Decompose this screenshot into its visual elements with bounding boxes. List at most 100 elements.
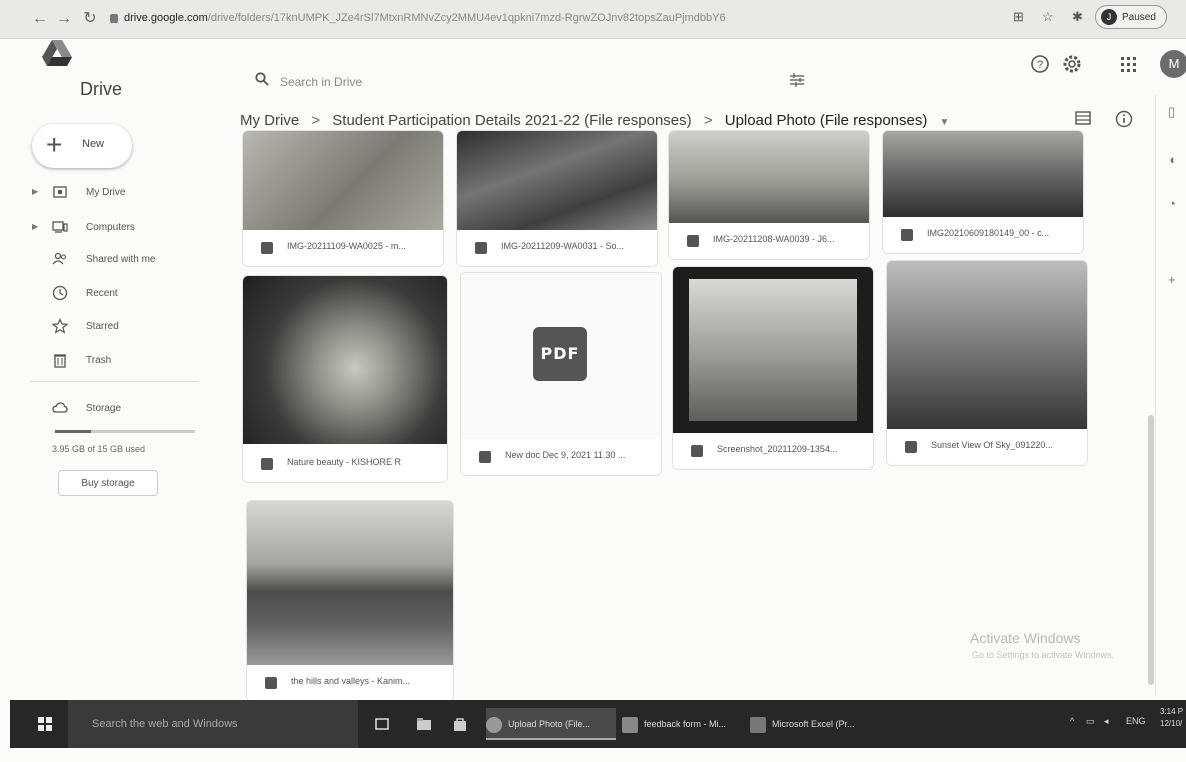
breadcrumb-student-participation[interactable]: Student Participation Details 2021-22 (F… — [332, 112, 691, 129]
tray-up-arrow-icon[interactable]: ^ — [1070, 716, 1074, 726]
expand-arrow-icon[interactable]: ▶ — [32, 222, 38, 231]
file-name: IMG20210609180149_00 - c... — [927, 228, 1050, 238]
buy-storage-button[interactable]: Buy storage — [58, 470, 158, 496]
breadcrumb-current-folder[interactable]: Upload Photo (File responses) — [725, 112, 928, 129]
file-card[interactable]: IMG-20211209-WA0031 - So... — [456, 130, 658, 267]
keep-icon[interactable]: ◖ — [1168, 152, 1176, 167]
new-button[interactable]: + New — [32, 124, 132, 168]
windows-start-icon[interactable] — [38, 717, 52, 731]
file-thumbnail: PDF — [461, 273, 661, 439]
file-caption: the hills and valleys - Kanim... — [247, 665, 453, 701]
image-file-icon — [265, 677, 277, 689]
drive-logo-icon[interactable] — [42, 40, 72, 66]
apps-grid-icon[interactable] — [1118, 54, 1138, 74]
back-icon[interactable]: ← — [30, 9, 50, 29]
drive-brand[interactable]: Drive — [80, 79, 122, 100]
file-card[interactable]: IMG-20211109-WA0025 - m... — [242, 130, 444, 267]
volume-icon[interactable]: ◂ — [1104, 716, 1109, 727]
plus-icon: + — [46, 129, 63, 160]
network-icon[interactable]: ▭ — [1086, 716, 1095, 727]
reload-icon[interactable]: ↻ — [80, 9, 100, 29]
scrollbar[interactable] — [1148, 415, 1154, 685]
search-bar[interactable]: Search in Drive — [243, 62, 823, 102]
extensions-icon[interactable]: ✱ — [1072, 9, 1083, 25]
screen: ← → ↻ drive.google.com/drive/folders/17k… — [0, 0, 1186, 762]
storage-progress-bar — [55, 430, 195, 433]
search-input[interactable]: Search in Drive — [280, 75, 362, 89]
browser-toolbar: ← → ↻ drive.google.com/drive/folders/17k… — [0, 0, 1186, 39]
add-addon-icon[interactable]: + — [1168, 272, 1176, 287]
help-icon[interactable]: ? — [1030, 54, 1050, 74]
forward-icon[interactable]: → — [54, 9, 74, 29]
taskbar-app-label: feedback form - Mi... — [644, 719, 727, 729]
image-file-icon — [901, 229, 913, 241]
sidebar-divider — [30, 381, 198, 382]
activate-windows-title: Activate Windows — [970, 630, 1081, 646]
file-name: New doc Dec 9, 2021 11.30 ... — [505, 450, 626, 460]
image-file-icon — [687, 235, 699, 247]
windows-taskbar: Search the web and Windows Upload Photo … — [10, 700, 1186, 748]
excel-icon — [750, 716, 766, 733]
file-name: Sunset View Of Sky_091220... — [931, 440, 1053, 450]
task-view-icon[interactable] — [374, 716, 390, 732]
bookmark-star-icon[interactable]: ☆ — [1042, 9, 1054, 25]
clock-date: 12/10/ — [1160, 719, 1183, 728]
tasks-icon[interactable]: ◔ — [1168, 196, 1176, 211]
file-thumbnail — [669, 131, 869, 223]
folder-menu-chevron-icon[interactable]: ▼ — [940, 117, 950, 128]
search-options-icon[interactable] — [788, 71, 806, 89]
file-explorer-icon[interactable] — [416, 716, 432, 732]
image-file-icon — [475, 242, 487, 254]
file-card[interactable]: IMG-20211208-WA0039 - J6... — [668, 130, 870, 260]
url-path: /drive/folders/17knUMPK_JZe4rSl7MtxnRMNv… — [207, 12, 726, 24]
file-thumbnail — [243, 131, 443, 230]
expand-arrow-icon[interactable]: ▶ — [32, 187, 38, 196]
taskbar-search-input[interactable]: Search the web and Windows — [68, 700, 358, 748]
file-card[interactable]: PDF New doc Dec 9, 2021 11.30 ... — [460, 272, 662, 476]
sidebar-item-label: Computers — [86, 222, 135, 233]
file-caption: IMG20210609180149_00 - c... — [883, 217, 1083, 253]
file-card[interactable]: the hills and valleys - Kanim... — [246, 500, 454, 702]
account-avatar[interactable]: M — [1160, 50, 1186, 78]
settings-gear-icon[interactable] — [1062, 54, 1082, 74]
cloud-icon — [52, 402, 68, 413]
file-caption: New doc Dec 9, 2021 11.30 ... — [461, 439, 661, 475]
taskbar-app-excel[interactable]: Microsoft Excel (Pr... — [750, 708, 880, 740]
language-indicator[interactable]: ENG — [1126, 716, 1146, 726]
image-file-icon — [261, 242, 273, 254]
translate-icon[interactable]: ⊞ — [1013, 9, 1024, 25]
file-name: the hills and valleys - Kanim... — [291, 676, 411, 686]
file-thumbnail — [243, 276, 447, 444]
file-thumbnail — [673, 267, 873, 433]
my-drive-icon — [53, 186, 67, 198]
file-name: Screenshot_20211209-1354... — [717, 444, 838, 454]
profile-paused-button[interactable]: J Paused — [1095, 5, 1167, 29]
file-caption: Nature beauty - KISHORE R — [243, 446, 447, 482]
breadcrumb-my-drive[interactable]: My Drive — [240, 112, 299, 129]
paused-label: Paused — [1122, 12, 1156, 23]
file-name: IMG-20211209-WA0031 - So... — [501, 241, 625, 251]
star-icon — [52, 318, 68, 334]
file-thumbnail — [887, 261, 1087, 429]
taskbar-app-word[interactable]: feedback form - Mi... — [622, 708, 740, 740]
calendar-icon[interactable]: ▯ — [1168, 104, 1175, 120]
pdf-file-icon — [479, 451, 491, 463]
taskbar-clock[interactable]: 3:14 P 12/10/ — [1160, 706, 1183, 730]
image-file-icon — [905, 441, 917, 453]
lock-icon — [110, 13, 118, 23]
trash-icon — [54, 354, 66, 368]
search-icon[interactable] — [255, 72, 269, 86]
file-caption: IMG-20211109-WA0025 - m... — [243, 230, 443, 266]
file-card[interactable]: IMG20210609180149_00 - c... — [882, 130, 1084, 254]
info-icon[interactable] — [1115, 110, 1133, 128]
file-card[interactable]: Nature beauty - KISHORE R — [242, 275, 448, 483]
taskbar-app-label: Upload Photo (File... — [508, 719, 591, 729]
sidebar-item-label: Starred — [86, 321, 119, 332]
store-icon[interactable] — [452, 716, 468, 732]
breadcrumb-separator: > — [703, 112, 713, 129]
taskbar-app-chrome[interactable]: Upload Photo (File... — [486, 708, 616, 740]
file-card[interactable]: Screenshot_20211209-1354... — [672, 266, 874, 470]
list-view-icon[interactable] — [1075, 110, 1091, 126]
file-card[interactable]: Sunset View Of Sky_091220... — [886, 260, 1088, 466]
address-bar[interactable]: drive.google.com/drive/folders/17knUMPK_… — [110, 7, 970, 29]
